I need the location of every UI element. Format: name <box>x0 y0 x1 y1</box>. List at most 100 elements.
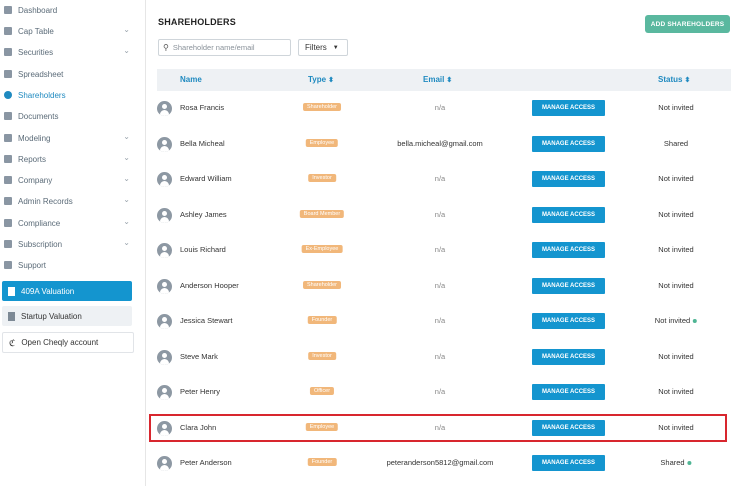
sidebar-item-7[interactable]: Reports ⌄ <box>0 149 140 169</box>
email-cell: n/a <box>434 316 446 325</box>
nav-icon <box>4 240 12 248</box>
avatar <box>157 278 172 294</box>
sidebar-item-label: Cap Table <box>18 26 54 36</box>
nav-icon <box>4 176 12 184</box>
avatar <box>157 101 172 116</box>
sort-icon: ⬍ <box>328 77 334 84</box>
startup-valuation-button[interactable]: Startup Valuation <box>2 306 132 326</box>
column-header-name[interactable]: Name <box>180 75 202 84</box>
search-input[interactable] <box>172 43 283 52</box>
avatar <box>157 136 172 152</box>
column-header-email[interactable]: Email ⬍ <box>423 75 452 84</box>
type-badge: Investor <box>308 174 336 182</box>
type-badge: Officer <box>309 387 335 395</box>
table-row: Bella Micheal Employee bella.micheal@gmail… <box>157 127 731 162</box>
sidebar-item-11[interactable]: Subscription ⌄ <box>0 234 140 254</box>
shareholder-name: Louis Richard <box>180 245 226 254</box>
sidebar-item-2[interactable]: Securities ⌄ <box>0 42 140 62</box>
manage-access-button[interactable]: MANAGE ACCESS <box>532 348 605 365</box>
status-cell: Shared <box>664 139 688 148</box>
chevron-down-icon: ⌄ <box>123 238 130 247</box>
avatar <box>157 385 172 400</box>
sidebar-item-4[interactable]: Shareholders <box>0 85 140 105</box>
manage-access-button[interactable]: MANAGE ACCESS <box>532 455 605 471</box>
sidebar-item-10[interactable]: Compliance ⌄ <box>0 213 140 233</box>
status-text: Shared <box>660 458 685 467</box>
search-icon: ⚲ <box>163 43 169 52</box>
column-header-email-label: Email <box>423 75 445 84</box>
sidebar-item-3[interactable]: Spreadsheet <box>0 64 140 84</box>
sidebar-item-label: Spreadsheet <box>18 69 64 79</box>
shareholder-name: Rosa Francis <box>180 103 225 112</box>
shareholder-name: Anderson Hooper <box>180 280 239 290</box>
startup-valuation-label: Startup Valuation <box>21 311 82 321</box>
status-text: Not invited <box>658 174 694 183</box>
avatar <box>157 243 172 258</box>
table-header: Name Type ⬍ Email ⬍ Status ⬍ <box>157 69 731 91</box>
status-text: Not invited <box>658 209 694 219</box>
type-badge: Founder <box>307 316 337 324</box>
valuation-409a-button[interactable]: 409A Valuation <box>2 281 132 301</box>
column-header-status[interactable]: Status ⬍ <box>658 75 690 84</box>
manage-access-button[interactable]: MANAGE ACCESS <box>532 277 605 294</box>
chevron-down-icon: ⌄ <box>123 132 130 141</box>
sidebar-item-label: Modeling <box>18 133 51 143</box>
shareholder-name: Peter Henry <box>180 387 221 396</box>
status-cell: Not invited <box>658 387 693 396</box>
email-cell: n/a <box>434 245 446 254</box>
sidebar-item-5[interactable]: Documents <box>0 106 140 126</box>
column-header-name-label: Name <box>180 75 202 84</box>
add-shareholders-button[interactable]: ADD SHAREHOLDERS <box>645 15 730 33</box>
status-text: Not invited <box>658 280 694 290</box>
online-dot-icon <box>693 319 698 324</box>
sidebar-item-label: Shareholders <box>18 90 66 100</box>
nav-icon <box>4 112 12 120</box>
manage-access-button[interactable]: MANAGE ACCESS <box>532 242 605 258</box>
email-cell: peteranderson5812@gmail.com <box>386 458 494 467</box>
sort-icon: ⬍ <box>684 77 691 84</box>
valuation-409a-label: 409A Valuation <box>21 286 75 296</box>
nav-icon <box>4 155 12 163</box>
filters-dropdown[interactable]: Filters ▼ <box>298 39 348 56</box>
search-box[interactable]: ⚲ <box>158 39 291 56</box>
manage-access-button[interactable]: MANAGE ACCESS <box>532 171 605 187</box>
cheqly-logo-icon: ℭ <box>9 338 16 348</box>
document-icon <box>8 311 15 321</box>
sidebar-item-8[interactable]: Company ⌄ <box>0 170 140 190</box>
open-cheqly-button[interactable]: ℭ Open Cheqly account <box>2 332 134 353</box>
type-badge: Shareholder <box>303 103 341 111</box>
sidebar-item-12[interactable]: Support <box>0 255 140 275</box>
table-row: Louis Richard Ex-Employee n/a MANAGE ACCESS… <box>157 233 731 268</box>
sidebar-item-label: Dashboard <box>18 5 58 15</box>
table-row: Rosa Francis Shareholder n/a MANAGE ACCESS N… <box>157 91 731 126</box>
email-cell: n/a <box>434 174 446 183</box>
sidebar-item-0[interactable]: Dashboard <box>0 0 140 20</box>
sidebar-item-label: Compliance <box>18 218 61 228</box>
sidebar-item-label: Reports <box>18 154 47 164</box>
status-cell: Not invited <box>658 103 693 112</box>
avatar <box>157 172 172 187</box>
manage-access-button[interactable]: MANAGE ACCESS <box>532 313 605 329</box>
status-text: Not invited <box>658 103 694 112</box>
email-cell: n/a <box>434 103 446 112</box>
sidebar: Dashboard Cap Table ⌄ Securities ⌄ Spreadshee… <box>0 0 146 486</box>
chevron-down-icon: ⌄ <box>123 153 130 162</box>
sidebar-item-1[interactable]: Cap Table ⌄ <box>0 21 140 41</box>
table-row: Anderson Hooper Shareholder n/a MANAGE ACCE… <box>157 269 731 304</box>
shareholder-name: Ashley James <box>180 209 227 219</box>
email-cell: n/a <box>434 387 446 396</box>
table-row: Peter Henry Officer n/a MANAGE ACCESS Not in… <box>157 375 731 410</box>
sidebar-item-9[interactable]: Admin Records ⌄ <box>0 191 140 211</box>
column-header-type-label: Type <box>308 75 327 84</box>
table-row: Peter Anderson Founder peteranderson5812@g… <box>157 446 731 481</box>
manage-access-button[interactable]: MANAGE ACCESS <box>532 100 605 116</box>
sidebar-item-6[interactable]: Modeling ⌄ <box>0 128 140 148</box>
manage-access-button[interactable]: MANAGE ACCESS <box>532 135 605 152</box>
column-header-type[interactable]: Type ⬍ <box>308 75 334 84</box>
shareholder-name: Bella Micheal <box>180 138 225 148</box>
manage-access-button[interactable]: MANAGE ACCESS <box>532 206 605 223</box>
manage-access-button[interactable]: MANAGE ACCESS <box>532 384 605 400</box>
status-text: Not invited <box>658 387 694 396</box>
avatar <box>157 207 172 223</box>
nav-icon <box>4 134 12 142</box>
